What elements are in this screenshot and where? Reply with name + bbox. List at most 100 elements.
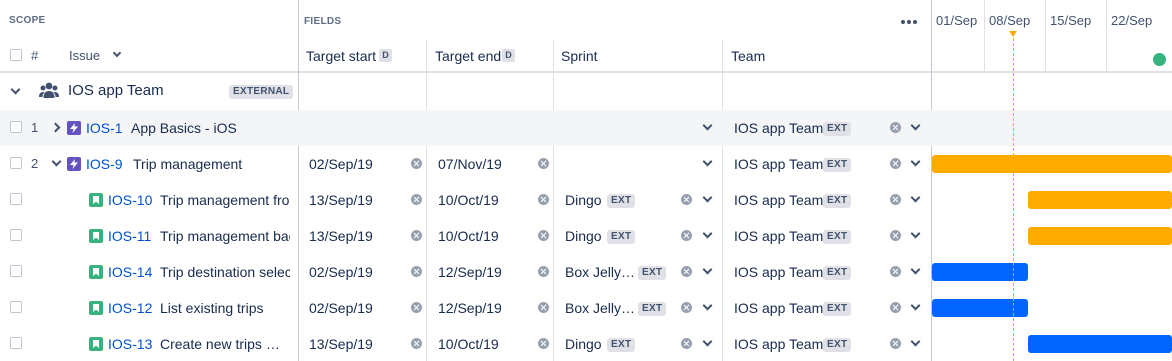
sprint-dropdown-chevron-icon[interactable]: [702, 192, 713, 203]
sprint-value[interactable]: Dingo: [565, 192, 602, 208]
clear-sprint-icon[interactable]: [681, 266, 692, 277]
clear-start-icon[interactable]: [411, 302, 422, 313]
today-marker-icon: [1009, 31, 1017, 37]
clear-end-icon[interactable]: [538, 266, 549, 277]
sprint-dropdown-chevron-icon[interactable]: [702, 120, 713, 131]
team-dropdown-chevron-icon[interactable]: [910, 120, 921, 131]
team-value[interactable]: IOS app Team: [734, 120, 823, 136]
target-start-value[interactable]: 13/Sep/19: [309, 228, 373, 244]
sprint-value[interactable]: Dingo: [565, 228, 602, 244]
clear-team-icon[interactable]: [890, 194, 901, 205]
team-dropdown-chevron-icon[interactable]: [910, 300, 921, 311]
issue-key-link[interactable]: IOS-12: [108, 300, 152, 316]
sprint-value[interactable]: Box Jelly…: [565, 300, 635, 316]
issue-key-link[interactable]: IOS-11: [108, 228, 151, 244]
issue-sort-chevron-icon[interactable]: [112, 48, 122, 58]
team-dropdown-chevron-icon[interactable]: [910, 192, 921, 203]
clear-end-icon[interactable]: [538, 302, 549, 313]
col-target-start[interactable]: Target start: [306, 48, 376, 64]
clear-sprint-icon[interactable]: [681, 338, 692, 349]
target-end-value[interactable]: 07/Nov/19: [438, 156, 502, 172]
table-row[interactable]: IOS-10 Trip management fron 13/Sep/19 10/Oc…: [0, 182, 1172, 218]
table-row[interactable]: IOS-13 Create new trips … 13/Sep/19 10/Oct/…: [0, 326, 1172, 361]
target-start-value[interactable]: 02/Sep/19: [309, 264, 373, 280]
col-team[interactable]: Team: [731, 48, 765, 64]
collapse-chevron-icon[interactable]: [10, 84, 21, 95]
sprint-dropdown-chevron-icon[interactable]: [702, 156, 713, 167]
more-options-button[interactable]: [898, 14, 920, 28]
clear-sprint-icon[interactable]: [681, 194, 692, 205]
target-start-value[interactable]: 02/Sep/19: [309, 156, 373, 172]
timeline-bar[interactable]: [1028, 335, 1172, 353]
row-checkbox[interactable]: [10, 193, 22, 205]
clear-team-icon[interactable]: [890, 158, 901, 169]
issue-key-link[interactable]: IOS-13: [108, 336, 152, 352]
clear-team-icon[interactable]: [890, 230, 901, 241]
row-checkbox[interactable]: [10, 157, 22, 169]
issue-key-link[interactable]: IOS-9: [86, 156, 123, 172]
target-start-value[interactable]: 02/Sep/19: [309, 300, 373, 316]
story-icon: [89, 337, 103, 351]
table-row[interactable]: 1 IOS-1 App Basics - iOS IOS app Team EXT: [0, 110, 1172, 146]
sprint-value[interactable]: Dingo: [565, 336, 602, 352]
table-row[interactable]: IOS-11 Trip management back 13/Sep/19 10/Oc…: [0, 218, 1172, 254]
target-end-value[interactable]: 10/Oct/19: [438, 192, 499, 208]
clear-team-icon[interactable]: [890, 338, 901, 349]
clear-sprint-icon[interactable]: [681, 230, 692, 241]
sprint-dropdown-chevron-icon[interactable]: [702, 264, 713, 275]
sprint-dropdown-chevron-icon[interactable]: [702, 336, 713, 347]
clear-team-icon[interactable]: [890, 266, 901, 277]
team-value[interactable]: IOS app Team: [734, 264, 823, 280]
issue-summary: Trip management back: [160, 228, 290, 244]
clear-start-icon[interactable]: [411, 338, 422, 349]
clear-end-icon[interactable]: [538, 338, 549, 349]
row-checkbox[interactable]: [10, 301, 22, 313]
issue-key-link[interactable]: IOS-1: [86, 120, 123, 136]
clear-start-icon[interactable]: [411, 194, 422, 205]
clear-team-icon[interactable]: [890, 302, 901, 313]
collapse-chevron-icon[interactable]: [51, 156, 62, 167]
col-issue[interactable]: Issue: [69, 48, 100, 63]
team-dropdown-chevron-icon[interactable]: [910, 156, 921, 167]
target-end-value[interactable]: 12/Sep/19: [438, 264, 502, 280]
team-dropdown-chevron-icon[interactable]: [910, 264, 921, 275]
sprint-value[interactable]: Box Jelly…: [565, 264, 635, 280]
team-value[interactable]: IOS app Team: [734, 300, 823, 316]
issue-key-link[interactable]: IOS-14: [108, 264, 152, 280]
issue-key-link[interactable]: IOS-10: [108, 192, 152, 208]
clear-sprint-icon[interactable]: [681, 302, 692, 313]
col-sprint[interactable]: Sprint: [561, 48, 598, 64]
target-end-value[interactable]: 12/Sep/19: [438, 300, 502, 316]
select-all-checkbox[interactable]: [10, 49, 22, 61]
team-dropdown-chevron-icon[interactable]: [910, 228, 921, 239]
col-target-end[interactable]: Target end: [435, 48, 501, 64]
team-value[interactable]: IOS app Team: [734, 228, 823, 244]
timeline-bar[interactable]: [932, 155, 1172, 173]
issue-summary: Create new trips …: [160, 336, 280, 352]
timeline-bar[interactable]: [1028, 227, 1172, 245]
sprint-dropdown-chevron-icon[interactable]: [702, 228, 713, 239]
row-checkbox[interactable]: [10, 337, 22, 349]
clear-start-icon[interactable]: [411, 230, 422, 241]
expand-chevron-icon[interactable]: [50, 122, 61, 133]
team-value[interactable]: IOS app Team: [734, 156, 823, 172]
clear-start-icon[interactable]: [411, 266, 422, 277]
target-start-value[interactable]: 13/Sep/19: [309, 192, 373, 208]
target-end-value[interactable]: 10/Oct/19: [438, 228, 499, 244]
row-checkbox[interactable]: [10, 229, 22, 241]
sprint-dropdown-chevron-icon[interactable]: [702, 300, 713, 311]
clear-end-icon[interactable]: [538, 230, 549, 241]
target-start-value[interactable]: 13/Sep/19: [309, 336, 373, 352]
team-value[interactable]: IOS app Team: [734, 336, 823, 352]
group-row[interactable]: IOS app Team EXTERNAL: [0, 73, 1172, 109]
row-checkbox[interactable]: [10, 265, 22, 277]
clear-end-icon[interactable]: [538, 158, 549, 169]
team-dropdown-chevron-icon[interactable]: [910, 336, 921, 347]
clear-team-icon[interactable]: [890, 122, 901, 133]
target-end-value[interactable]: 10/Oct/19: [438, 336, 499, 352]
clear-start-icon[interactable]: [411, 158, 422, 169]
team-value[interactable]: IOS app Team: [734, 192, 823, 208]
row-checkbox[interactable]: [10, 121, 22, 133]
clear-end-icon[interactable]: [538, 194, 549, 205]
timeline-bar[interactable]: [1028, 191, 1172, 209]
